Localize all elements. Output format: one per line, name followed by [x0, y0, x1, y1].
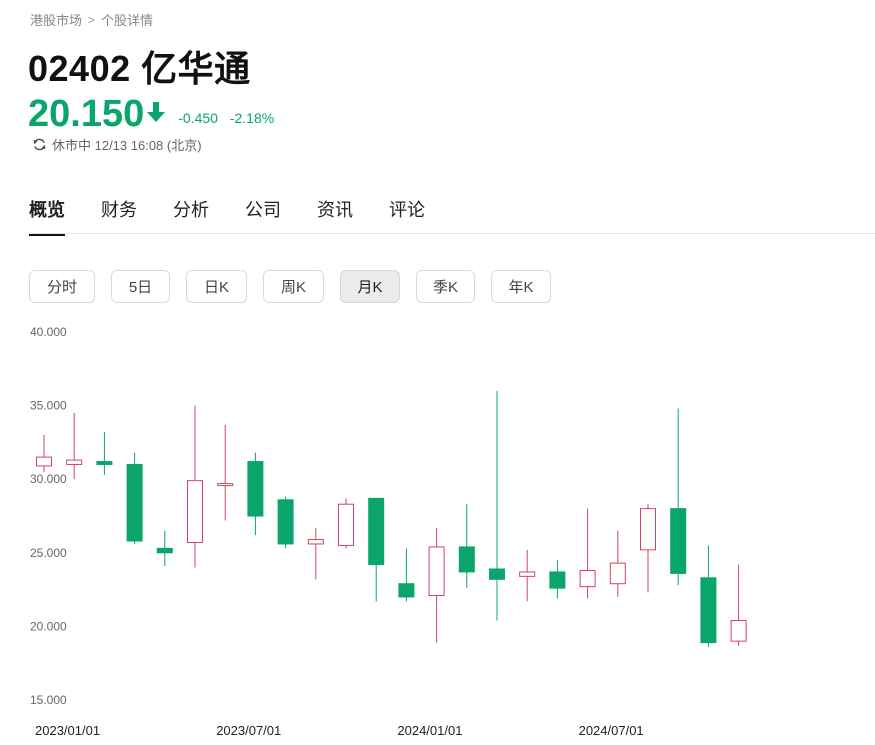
candle-body — [428, 546, 445, 596]
market-status: 休市中 12/13 16:08 (北京) — [32, 135, 202, 154]
candlestick[interactable] — [217, 424, 234, 521]
candlestick[interactable] — [187, 405, 203, 568]
candle-body — [187, 480, 203, 543]
period-selector: 分时 5日 日K 周K 月K 季K 年K — [29, 270, 567, 303]
period-monthly-k-button[interactable]: 月K — [340, 270, 400, 303]
stock-title: 02402 亿华通 — [28, 48, 251, 89]
tab-comments[interactable]: 评论 — [389, 196, 425, 236]
candle-body — [156, 547, 173, 554]
x-tick-label: 2024/07/01 — [579, 723, 644, 738]
candle-body — [640, 508, 656, 551]
x-tick-label: 2023/07/01 — [216, 723, 281, 738]
candlestick[interactable] — [338, 498, 354, 549]
period-weekly-k-button[interactable]: 周K — [263, 270, 324, 303]
y-tick-label: 20.000 — [30, 619, 67, 633]
candlestick[interactable] — [670, 408, 687, 586]
candle-body — [458, 546, 475, 573]
tab-overview[interactable]: 概览 — [29, 196, 65, 236]
candle-body — [730, 620, 747, 642]
candle-body — [489, 568, 505, 580]
tab-divider — [29, 233, 875, 234]
y-tick-label: 35.000 — [30, 399, 67, 413]
candle-body — [217, 483, 234, 487]
price-change: -0.450 -2.18% — [178, 110, 282, 126]
change-percent: -2.18% — [229, 110, 275, 126]
candlestick[interactable] — [36, 435, 52, 472]
period-quarterly-k-button[interactable]: 季K — [416, 270, 475, 303]
period-5day-button[interactable]: 5日 — [111, 270, 170, 303]
candle-body — [579, 569, 596, 588]
candlestick[interactable] — [579, 508, 596, 599]
candle-body — [368, 497, 385, 566]
candlestick[interactable] — [458, 504, 475, 589]
period-yearly-k-button[interactable]: 年K — [491, 270, 551, 303]
breadcrumb-market-link[interactable]: 港股市场 — [30, 10, 82, 29]
candlestick[interactable] — [489, 390, 505, 621]
candle-body — [126, 463, 143, 542]
monthly-k-chart[interactable]: 40.000 35.000 30.000 25.000 20.000 15.000 2023… — [0, 316, 875, 745]
y-tick-label: 30.000 — [30, 472, 67, 486]
candle-body — [700, 577, 717, 644]
candlestick[interactable] — [428, 527, 445, 643]
candlestick[interactable] — [126, 452, 143, 544]
last-price: 20.150 — [28, 93, 145, 135]
candlestick[interactable] — [549, 560, 566, 599]
y-tick-label: 25.000 — [30, 546, 67, 560]
candlestick[interactable] — [66, 412, 83, 480]
period-daily-k-button[interactable]: 日K — [186, 270, 247, 303]
candle-body — [307, 539, 324, 545]
tab-analysis[interactable]: 分析 — [173, 196, 209, 236]
breadcrumb-separator: > — [88, 12, 96, 27]
candle-body — [549, 571, 566, 589]
candlestick[interactable] — [247, 452, 264, 536]
candlestick[interactable] — [609, 530, 626, 597]
change-value: -0.450 — [178, 110, 218, 126]
candle-body — [338, 503, 354, 546]
candlestick[interactable] — [640, 504, 656, 593]
quote-block: 20.150 -0.450 -2.18% — [28, 92, 282, 136]
candle-body — [96, 461, 113, 465]
breadcrumb-current: 个股详情 — [101, 13, 154, 28]
candlestick[interactable] — [277, 496, 294, 549]
candle-body — [398, 583, 415, 598]
tab-news[interactable]: 资讯 — [317, 196, 353, 236]
candle-body — [277, 499, 294, 545]
y-tick-label: 40.000 — [30, 325, 67, 339]
y-tick-label: 15.000 — [30, 693, 67, 707]
candlestick[interactable] — [156, 530, 173, 567]
market-status-text: 休市中 12/13 16:08 (北京) — [52, 138, 202, 153]
candlestick[interactable] — [307, 527, 324, 580]
candle-body — [609, 562, 626, 585]
candlestick[interactable] — [368, 497, 385, 602]
arrow-down-icon — [147, 102, 166, 122]
breadcrumb: 港股市场 > 个股详情 — [30, 10, 153, 29]
tab-finance[interactable]: 财务 — [101, 196, 137, 236]
x-tick-label: 2023/01/01 — [35, 723, 100, 738]
candlestick[interactable] — [398, 548, 415, 602]
tab-company[interactable]: 公司 — [245, 196, 281, 236]
candle-body — [66, 459, 83, 465]
x-tick-label: 2024/01/01 — [397, 723, 462, 738]
main-tabs: 概览 财务 分析 公司 资讯 评论 — [29, 196, 461, 236]
candlestick[interactable] — [700, 545, 717, 648]
candlestick[interactable] — [730, 564, 747, 646]
candlestick[interactable] — [96, 432, 113, 475]
candle-body — [36, 456, 52, 467]
candle-body — [247, 461, 264, 517]
candle-body — [519, 571, 536, 577]
period-intraday-button[interactable]: 分时 — [29, 270, 95, 303]
candlestick[interactable] — [519, 549, 536, 602]
refresh-icon[interactable] — [32, 137, 47, 152]
candle-body — [670, 508, 687, 574]
